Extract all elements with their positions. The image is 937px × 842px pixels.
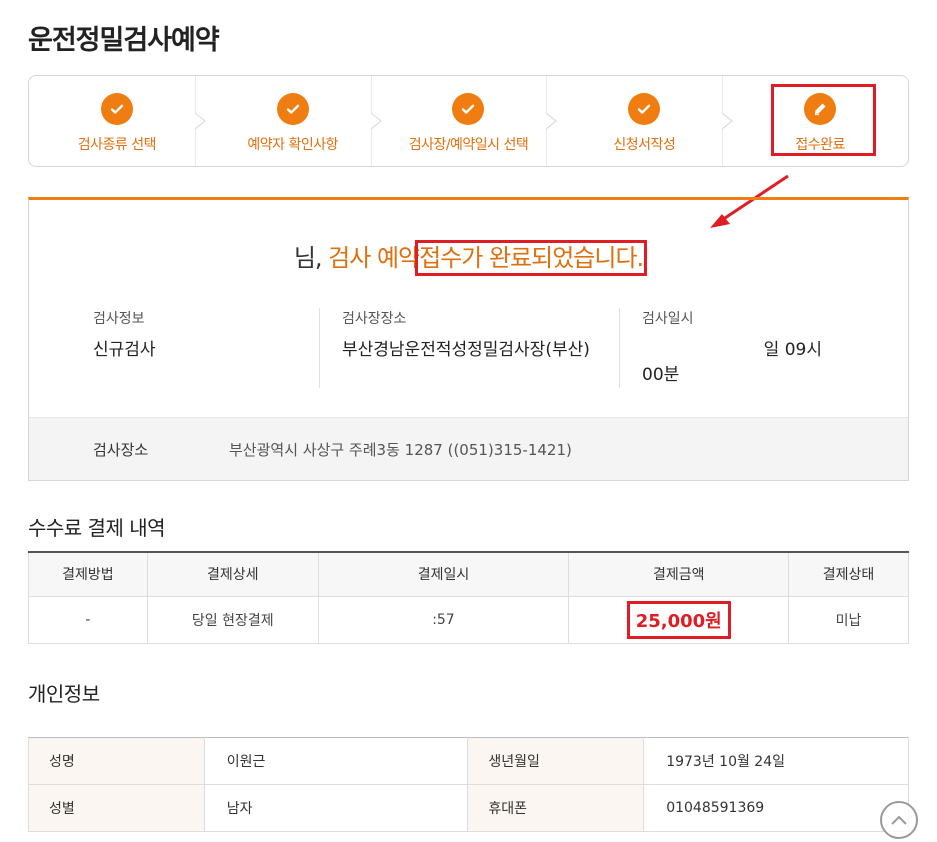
step-3: 검사장/예약일시 선택 [381, 76, 558, 166]
info-datetime: 검사일시 일 09시 00분 [619, 308, 908, 388]
personal-section-title: 개인정보 [28, 682, 100, 706]
confirmation-panel: 님, 검사 예약접수가 완료되었습니다. 검사정보 신규검사 검사장장소 부산경… [28, 197, 909, 481]
info-label: 검사장장소 [342, 311, 407, 327]
page-title: 운전정밀검사예약 [28, 25, 220, 56]
info-value: 일 09시 [763, 340, 822, 360]
highlight-box [771, 84, 876, 156]
info-center: 검사장장소 부산경남운전적성정밀검사장(부산) [319, 308, 619, 388]
fee-section-title: 수수료 결제 내역 [28, 516, 166, 540]
personal-info-table: 성명 이원근 생년월일 1973년 10월 24일 성별 남자 휴대폰 0104… [28, 737, 909, 832]
payment-method: - [28, 596, 148, 644]
info-type: 검사정보 신규검사 [29, 308, 319, 388]
step-4: 신청서작성 [556, 76, 733, 166]
step-label: 검사종류 선택 [77, 137, 157, 153]
info-label: 검사일시 [642, 311, 694, 327]
table-row: - 당일 현장결제 :57 25,000원 미납 [28, 596, 909, 644]
payment-amount-cell: 25,000원 [568, 596, 789, 644]
field-label: 생년월일 [467, 737, 644, 785]
info-value: 신규검사 [93, 340, 156, 360]
check-icon [100, 93, 133, 125]
payment-datetime: :57 [317, 596, 569, 644]
fee-table: 결제방법 결제상세 결제일시 결제금액 결제상태 - 당일 현장결제 :57 2… [28, 551, 909, 644]
step-label: 신청서작성 [613, 137, 676, 153]
column-header: 결제상태 [788, 552, 909, 597]
info-value: 부산경남운전적성정밀검사장(부산) [342, 340, 590, 360]
column-header: 결제금액 [568, 552, 789, 597]
field-value: 남자 [203, 784, 468, 832]
field-value: 이원근 [203, 737, 468, 785]
payment-detail: 당일 현장결제 [146, 596, 319, 644]
info-label: 검사정보 [93, 311, 145, 327]
info-value: 00분 [642, 365, 680, 385]
step-1: 검사종류 선택 [29, 76, 206, 166]
table-row: 성명 이원근 생년월일 1973년 10월 24일 [28, 737, 909, 785]
check-icon [452, 93, 485, 125]
field-label: 성명 [28, 737, 205, 785]
step-label: 예약자 확인사항 [247, 137, 338, 153]
reservation-info: 검사정보 신규검사 검사장장소 부산경남운전적성정밀검사장(부산) 검사일시 일… [29, 308, 908, 388]
chevron-separator-icon [194, 76, 206, 166]
table-row: 성별 남자 휴대폰 01048591369 [28, 784, 909, 832]
field-value: 01048591369 [643, 784, 909, 832]
field-label: 휴대폰 [467, 784, 644, 832]
column-header: 결제일시 [317, 552, 569, 597]
chevron-separator-icon [546, 76, 558, 166]
step-2: 예약자 확인사항 [205, 76, 382, 166]
column-header: 결제상세 [146, 552, 319, 597]
place-value: 부산광역시 사상구 주례3동 1287 ((051)315-1421) [229, 440, 572, 459]
scroll-to-top-button[interactable] [880, 801, 918, 839]
payment-amount: 25,000원 [626, 600, 731, 639]
highlighted-message: 접수가 완료되었습니다. [415, 240, 648, 276]
field-label: 성별 [28, 784, 205, 832]
place-row: 검사장소 부산광역시 사상구 주례3동 1287 ((051)315-1421) [29, 417, 908, 480]
chevron-separator-icon [722, 76, 733, 166]
check-icon [628, 93, 661, 125]
field-value: 1973년 10월 24일 [643, 737, 909, 785]
chevron-up-icon [891, 815, 907, 825]
column-header: 결제방법 [28, 552, 148, 597]
confirmation-message: 님, 검사 예약접수가 완료되었습니다. [293, 240, 648, 276]
chevron-separator-icon [370, 76, 382, 166]
table-header-row: 결제방법 결제상세 결제일시 결제금액 결제상태 [28, 552, 909, 597]
payment-status: 미납 [788, 596, 909, 644]
check-icon [276, 93, 309, 125]
place-label: 검사장소 [93, 440, 149, 459]
step-label: 검사장/예약일시 선택 [408, 137, 529, 153]
